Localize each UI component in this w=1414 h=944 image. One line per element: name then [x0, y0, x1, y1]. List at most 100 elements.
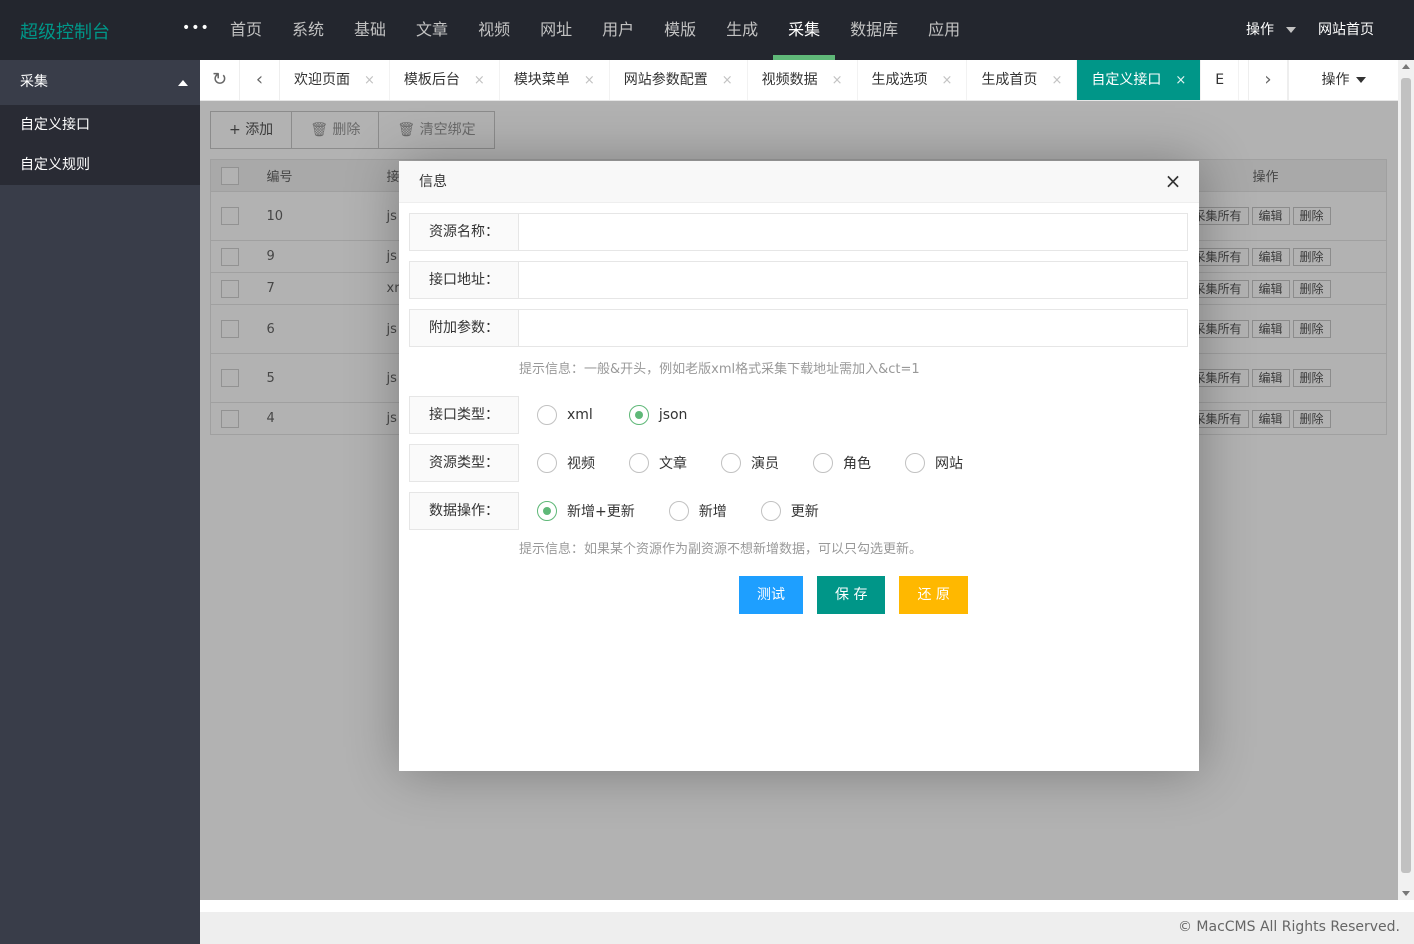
top-nav-database[interactable]: 数据库: [835, 0, 913, 60]
extra-params-input[interactable]: [518, 309, 1188, 347]
scrollbar-thumb[interactable]: [1401, 78, 1411, 873]
radio-circle-checked: [628, 405, 649, 425]
close-icon[interactable]: ×: [942, 73, 953, 88]
radio-circle: [668, 501, 689, 521]
tab-module-menu[interactable]: 模块菜单 ×: [500, 60, 610, 100]
caret-down-icon: [1286, 27, 1296, 33]
top-nav-home[interactable]: 首页: [215, 0, 277, 60]
save-button[interactable]: 保 存: [817, 576, 886, 614]
resource-name-input[interactable]: [518, 213, 1188, 251]
close-icon[interactable]: ×: [474, 73, 485, 88]
sidebar: 采集 自定义接口 自定义规则: [0, 60, 200, 944]
radio-label: 文章: [659, 456, 687, 472]
resource-name-label: 资源名称：: [409, 213, 519, 251]
tab-video-data[interactable]: 视频数据 ×: [748, 60, 858, 100]
tab-welcome[interactable]: 欢迎页面 ×: [280, 60, 390, 100]
top-nav-article[interactable]: 文章: [401, 0, 463, 60]
radio-label: 新增: [698, 504, 727, 520]
data-op-radios: 新增+更新 新增 更新: [537, 492, 853, 530]
radio-update[interactable]: 更新: [760, 501, 819, 521]
radio-label: 演员: [751, 456, 779, 472]
close-icon[interactable]: ×: [832, 73, 843, 88]
site-home-link[interactable]: 网站首页: [1318, 0, 1374, 60]
top-nav: 首页 系统 基础 文章 视频 网址 用户 模版 生成 采集 数据库 应用: [215, 0, 975, 60]
radio-label: 网站: [935, 456, 963, 472]
page-scrollbar[interactable]: [1398, 60, 1414, 900]
data-op-label: 数据操作：: [409, 492, 519, 530]
resource-type-radios: 视频 文章 演员 角色 网站: [537, 444, 997, 482]
sidebar-item-custom-rule[interactable]: 自定义规则: [0, 145, 200, 185]
radio-add-update[interactable]: 新增+更新: [537, 501, 635, 521]
tab-template-admin[interactable]: 模板后台 ×: [390, 60, 500, 100]
top-nav-app[interactable]: 应用: [913, 0, 975, 60]
app-logo[interactable]: 超级控制台: [20, 18, 110, 44]
close-icon[interactable]: ×: [1051, 73, 1062, 88]
tab-custom-api[interactable]: 自定义接口 ×: [1077, 60, 1202, 100]
radio-label: 视频: [567, 456, 595, 472]
radio-circle: [537, 453, 557, 473]
top-nav-collect[interactable]: 采集: [773, 0, 836, 60]
top-nav-template[interactable]: 模版: [649, 0, 711, 60]
top-nav-system[interactable]: 系统: [277, 0, 339, 60]
close-icon[interactable]: ×: [1163, 171, 1183, 191]
close-icon[interactable]: ×: [364, 73, 375, 88]
tab-gen-home[interactable]: 生成首页 ×: [967, 60, 1078, 100]
field-resource-type: 资源类型： 视频 文章 演员 角色 网站: [409, 444, 1188, 482]
radio-article[interactable]: 文章: [629, 453, 687, 473]
tab-label: 自定义接口: [1091, 72, 1162, 88]
api-url-input[interactable]: [518, 261, 1188, 299]
top-nav-user[interactable]: 用户: [587, 0, 649, 60]
radio-role[interactable]: 角色: [813, 453, 871, 473]
reset-button[interactable]: 还 原: [899, 576, 968, 614]
tab-label: 视频数据: [761, 72, 818, 88]
radio-label: 角色: [843, 456, 871, 472]
close-icon[interactable]: ×: [1175, 73, 1186, 88]
tab-truncated[interactable]: E: [1201, 60, 1240, 100]
caret-down-icon: [1355, 77, 1366, 83]
top-ops-dropdown[interactable]: 操作: [1246, 0, 1296, 60]
refresh-icon[interactable]: ↻: [200, 60, 240, 100]
sidebar-children: 自定义接口 自定义规则: [0, 105, 200, 185]
field-data-operation: 数据操作： 新增+更新 新增 更新: [409, 492, 1188, 530]
radio-website[interactable]: 网站: [905, 453, 963, 473]
sidebar-group-collect[interactable]: 采集: [0, 60, 200, 105]
top-nav-generate[interactable]: 生成: [711, 0, 773, 60]
radio-xml[interactable]: xml: [537, 405, 593, 425]
tab-site-config[interactable]: 网站参数配置 ×: [610, 60, 748, 100]
radio-label: json: [658, 407, 688, 423]
tab-bar: ↻ ‹ 欢迎页面 × 模板后台 × 模块菜单 × 网站参数配置 × 视频数据 × 生成选项 × 生成首页…: [200, 60, 1398, 101]
tab-label: 模板后台: [403, 72, 460, 88]
chevron-right-icon[interactable]: ›: [1248, 60, 1288, 100]
top-nav-website[interactable]: 网址: [525, 0, 587, 60]
top-nav-video[interactable]: 视频: [463, 0, 525, 60]
dialog-buttons: 测试 保 存 还 原: [739, 576, 982, 614]
radio-actor[interactable]: 演员: [721, 453, 779, 473]
sidebar-group-label: 采集: [20, 74, 48, 90]
close-icon[interactable]: ×: [584, 73, 595, 88]
tab-gen-options[interactable]: 生成选项 ×: [858, 60, 968, 100]
scroll-up-icon[interactable]: [1402, 64, 1410, 69]
tabs-strip: 欢迎页面 × 模板后台 × 模块菜单 × 网站参数配置 × 视频数据 × 生成选项 × 生成首页 × 自定义…: [280, 60, 1288, 100]
radio-circle: [721, 453, 741, 473]
radio-label: 新增+更新: [567, 504, 635, 520]
field-extra-params: 附加参数：: [409, 309, 1188, 347]
api-type-radios: xml json: [537, 396, 721, 434]
tab-label: 生成选项: [871, 72, 928, 88]
hint-data-op: 提示信息：如果某个资源作为副资源不想新增数据，可以只勾选更新。: [519, 542, 923, 557]
radio-add[interactable]: 新增: [668, 501, 727, 521]
close-icon[interactable]: ×: [722, 73, 733, 88]
radio-video[interactable]: 视频: [537, 453, 595, 473]
chevron-left-icon[interactable]: ‹: [240, 60, 280, 100]
more-menu-icon[interactable]: •••: [182, 20, 210, 36]
tab-ops-dropdown[interactable]: 操作: [1288, 60, 1398, 100]
scroll-down-icon[interactable]: [1402, 891, 1410, 896]
radio-json[interactable]: json: [628, 405, 688, 425]
api-url-label: 接口地址：: [409, 261, 519, 299]
top-ops-label: 操作: [1246, 22, 1274, 38]
test-button[interactable]: 测试: [739, 576, 803, 614]
top-nav-basic[interactable]: 基础: [339, 0, 401, 60]
radio-circle-checked: [537, 501, 557, 521]
radio-label: xml: [567, 407, 593, 423]
radio-circle: [629, 453, 649, 473]
sidebar-item-custom-api[interactable]: 自定义接口: [0, 105, 200, 145]
